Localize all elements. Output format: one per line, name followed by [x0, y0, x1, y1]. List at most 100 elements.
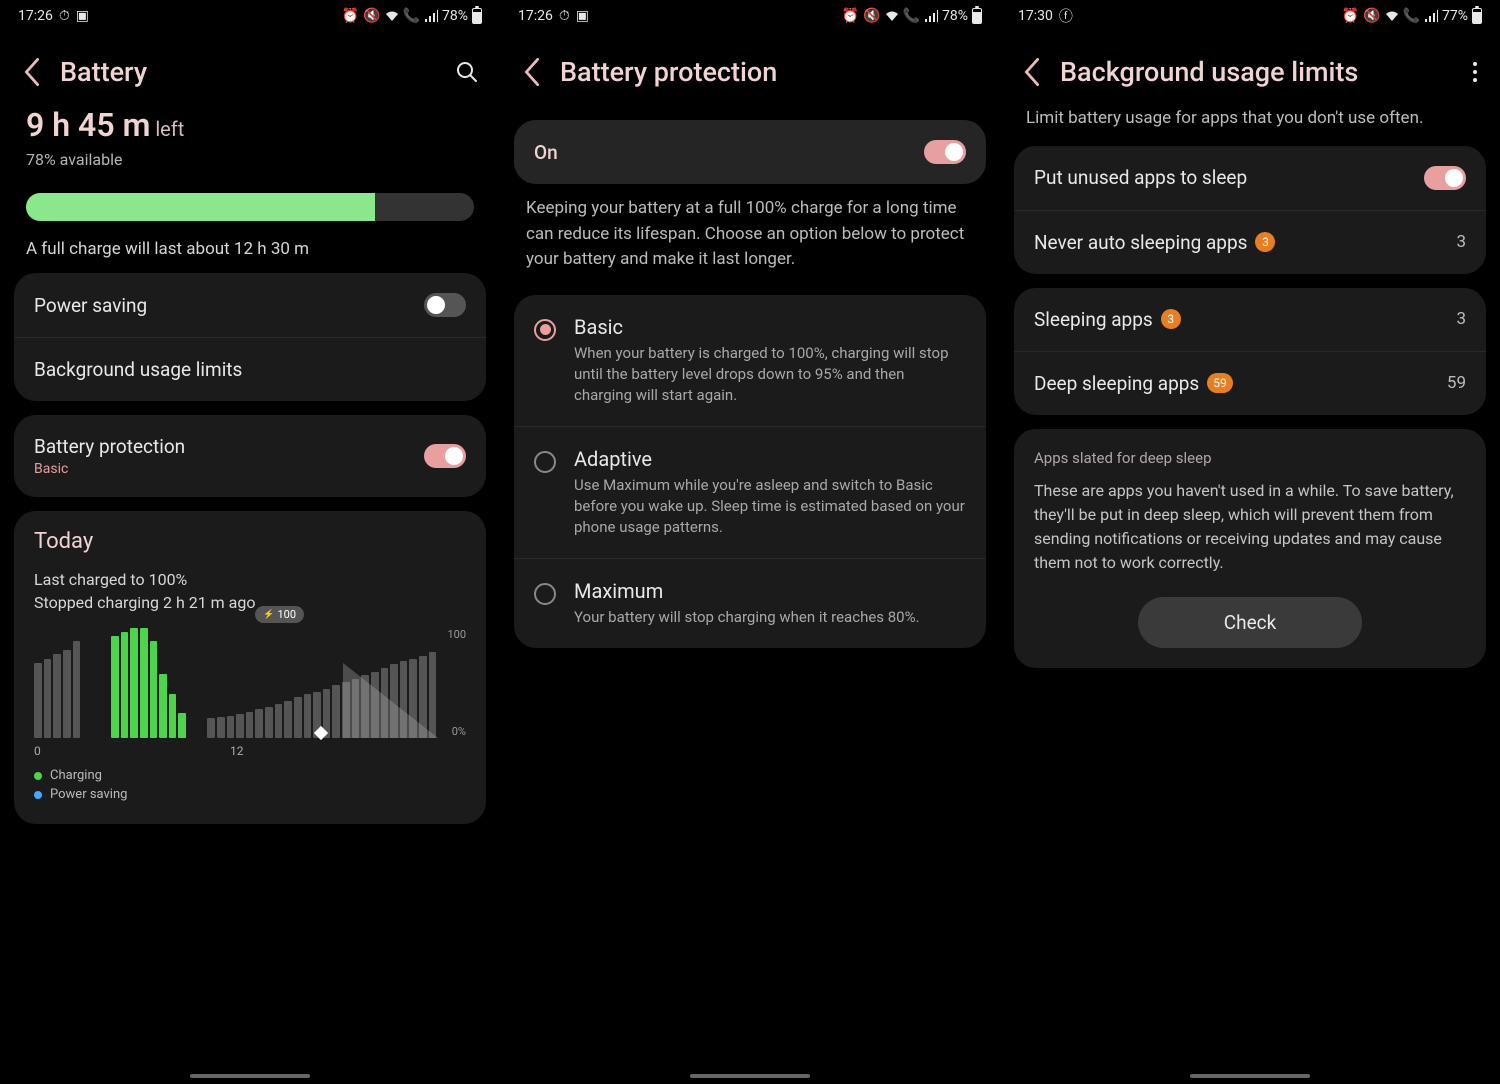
row-deep[interactable]: Deep sleeping apps 59 59 [1014, 351, 1486, 415]
more-icon[interactable] [1472, 61, 1478, 83]
dot-charging-icon [34, 772, 42, 780]
row-on[interactable]: On [514, 120, 986, 184]
sleeping-count: 3 [1456, 309, 1466, 329]
sleeping-badge: 3 [1161, 309, 1181, 329]
deep-label: Deep sleeping apps [1034, 372, 1199, 395]
bg-limits-label: Background usage limits [34, 358, 242, 381]
power-saving-toggle[interactable] [424, 293, 466, 317]
alarm-icon: ⏱ [559, 8, 570, 24]
option-basic[interactable]: Basic When your battery is charged to 10… [514, 295, 986, 426]
radio-basic[interactable] [534, 319, 556, 341]
sleeping-label: Sleeping apps [1034, 308, 1153, 331]
put-sleep-toggle[interactable] [1424, 166, 1466, 190]
screen-battery-protection: 17:26 ⏱ ▣ ⏰ 🔇 📞 78% Battery protection O… [500, 0, 1000, 1084]
header: Background usage limits [1004, 32, 1496, 106]
facebook-icon: ⓕ [1059, 6, 1073, 26]
option-adaptive[interactable]: Adaptive Use Maximum while you're asleep… [514, 426, 986, 558]
adaptive-title: Adaptive [574, 447, 966, 471]
search-icon[interactable] [456, 61, 478, 83]
signal-icon [924, 10, 938, 22]
legend-charging: Charging [50, 768, 102, 783]
row-bg-limits[interactable]: Background usage limits [14, 337, 486, 401]
screen-bg-limits: 17:30 ⓕ ⏰ 🔇 📞 77% Background usage limit… [1000, 0, 1500, 1084]
call-icon: 📞 [403, 8, 420, 24]
info-title: Apps slated for deep sleep [1034, 449, 1466, 467]
status-time: 17:26 [18, 8, 53, 24]
settings-card-1: Power saving Background usage limits [14, 273, 486, 401]
back-icon[interactable] [22, 58, 42, 86]
battery-protection-toggle[interactable] [424, 444, 466, 468]
never-auto-badge: 3 [1255, 232, 1275, 252]
status-bar: 17:30 ⓕ ⏰ 🔇 📞 77% [1004, 0, 1496, 32]
mute-icon: 🔇 [363, 8, 380, 24]
picture-icon: ▣ [576, 8, 589, 24]
back-icon[interactable] [522, 58, 542, 86]
settings-card-2: Battery protection Basic [14, 415, 486, 497]
status-battery-text: 78% [442, 8, 468, 24]
row-power-saving[interactable]: Power saving [14, 273, 486, 337]
status-battery-text: 78% [942, 8, 968, 24]
page-title: Background usage limits [1060, 56, 1454, 88]
battery-summary: 9 h 45 m left 78% available A full charg… [4, 106, 496, 259]
legend-powersaving: Power saving [50, 787, 127, 802]
maximum-title: Maximum [574, 579, 920, 603]
today-card[interactable]: Today Last charged to 100% Stopped charg… [14, 511, 486, 824]
wifi-icon [885, 10, 899, 22]
back-icon[interactable] [1022, 58, 1042, 86]
wifi-icon [385, 10, 399, 22]
screen-battery: 17:26 ⏱ ▣ ⏰ 🔇 📞 78% Battery 9 h [0, 0, 500, 1084]
option-maximum[interactable]: Maximum Your battery will stop charging … [514, 558, 986, 648]
limits-card-1: Put unused apps to sleep Never auto slee… [1014, 146, 1486, 274]
page-title: Battery protection [560, 56, 978, 88]
battery-progress [26, 193, 474, 221]
full-charge-text: A full charge will last about 12 h 30 m [26, 239, 474, 259]
battery-icon [472, 8, 482, 24]
basic-title: Basic [574, 315, 966, 339]
home-indicator[interactable] [190, 1074, 310, 1078]
dot-powersaving-icon [34, 791, 42, 799]
deep-sleep-info-card: Apps slated for deep sleep These are app… [1014, 429, 1486, 668]
today-line1: Last charged to 100% [34, 570, 466, 589]
row-sleeping[interactable]: Sleeping apps 3 3 [1014, 288, 1486, 351]
protection-description: Keeping your battery at a full 100% char… [504, 184, 996, 273]
adaptive-desc: Use Maximum while you're asleep and swit… [574, 475, 966, 538]
on-toggle[interactable] [924, 140, 966, 164]
basic-desc: When your battery is charged to 100%, ch… [574, 343, 966, 406]
check-button[interactable]: Check [1138, 597, 1363, 648]
battery-chart: 1000% ⚡100 0 12 . Charging Power saving [34, 628, 466, 802]
alarm-icon: ⏱ [59, 8, 70, 24]
battery-icon [972, 8, 982, 24]
battery-icon [1472, 8, 1482, 24]
signal-icon [424, 10, 438, 22]
time-left-suffix: left [150, 117, 184, 141]
never-auto-count: 3 [1456, 232, 1466, 252]
limits-card-2: Sleeping apps 3 3 Deep sleeping apps 59 … [1014, 288, 1486, 415]
today-line2: Stopped charging 2 h 21 m ago [34, 593, 466, 612]
put-sleep-label: Put unused apps to sleep [1034, 166, 1247, 189]
row-put-sleep[interactable]: Put unused apps to sleep [1014, 146, 1486, 210]
radio-maximum[interactable] [534, 583, 556, 605]
maximum-desc: Your battery will stop charging when it … [574, 607, 920, 628]
wifi-icon [1385, 10, 1399, 22]
row-never-auto[interactable]: Never auto sleeping apps 3 3 [1014, 210, 1486, 274]
status-bar: 17:26 ⏱ ▣ ⏰ 🔇 📞 78% [504, 0, 996, 32]
status-time: 17:30 [1018, 8, 1053, 24]
radio-adaptive[interactable] [534, 451, 556, 473]
status-bar: 17:26 ⏱ ▣ ⏰ 🔇 📞 78% [4, 0, 496, 32]
home-indicator[interactable] [690, 1074, 810, 1078]
time-left: 9 h 45 m left [26, 106, 474, 144]
power-saving-label: Power saving [34, 294, 147, 317]
picture-icon: ▣ [76, 8, 89, 24]
on-label: On [534, 141, 558, 164]
xaxis-12: 12 [230, 744, 244, 758]
header: Battery [4, 32, 496, 106]
on-card: On [514, 120, 986, 184]
time-left-value: 9 h 45 m [26, 106, 150, 144]
alarm2-icon: ⏰ [342, 8, 359, 24]
deep-badge: 59 [1207, 373, 1233, 393]
alarm2-icon: ⏰ [1342, 8, 1359, 24]
status-battery-text: 77% [1442, 8, 1468, 24]
home-indicator[interactable] [1190, 1074, 1310, 1078]
mute-icon: 🔇 [863, 8, 880, 24]
row-battery-protection[interactable]: Battery protection Basic [14, 415, 486, 497]
